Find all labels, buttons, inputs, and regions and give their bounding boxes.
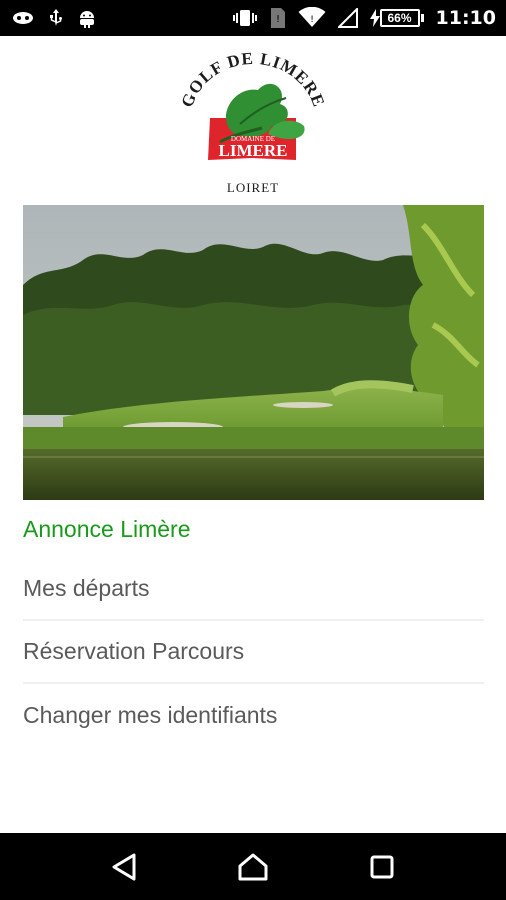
svg-text:!: ! [276,14,280,25]
status-left-icons [12,8,96,28]
back-icon [112,853,136,880]
navigation-bar [0,833,506,900]
android-icon [78,8,96,28]
svg-text:!: ! [310,15,314,25]
back-button[interactable] [104,847,144,887]
usb-icon [48,8,64,28]
battery-level: 66% [379,9,420,27]
sim-icon: ! [270,7,286,29]
recents-icon [370,855,394,878]
vibrate-icon [232,8,258,28]
home-button[interactable] [233,847,273,887]
battery-tip [420,14,424,22]
menu-item-changer-identifiants[interactable]: Changer mes identifiants [23,684,484,747]
wifi-icon: ! [298,7,326,29]
status-time: 11:10 [435,7,496,29]
charging-icon [369,9,380,27]
status-bar: ! ! 66% 11:10 [0,0,506,36]
home-icon [238,853,268,880]
golf-course-photo [23,205,484,500]
logo-bottom-text: LOIRET [227,180,279,195]
status-right-icons: ! ! 66% 11:10 [232,7,496,29]
menu-item-reservation-parcours[interactable]: Réservation Parcours [23,621,484,684]
signal-icon [337,8,358,28]
menu-item-annonce-limere[interactable]: Annonce Limère [23,500,484,558]
battery-indicator: 66% [369,9,424,27]
recents-button[interactable] [362,847,402,887]
golf-limere-logo: GOLF DE LIMERE DOMAINE DE LIMERE LOIRET [176,46,330,200]
debug-icon [12,10,34,26]
main-menu: Annonce Limère Mes départs Réservation P… [23,500,484,747]
logo-banner-text: LIMERE [219,141,288,160]
menu-item-mes-departs[interactable]: Mes départs [23,558,484,621]
